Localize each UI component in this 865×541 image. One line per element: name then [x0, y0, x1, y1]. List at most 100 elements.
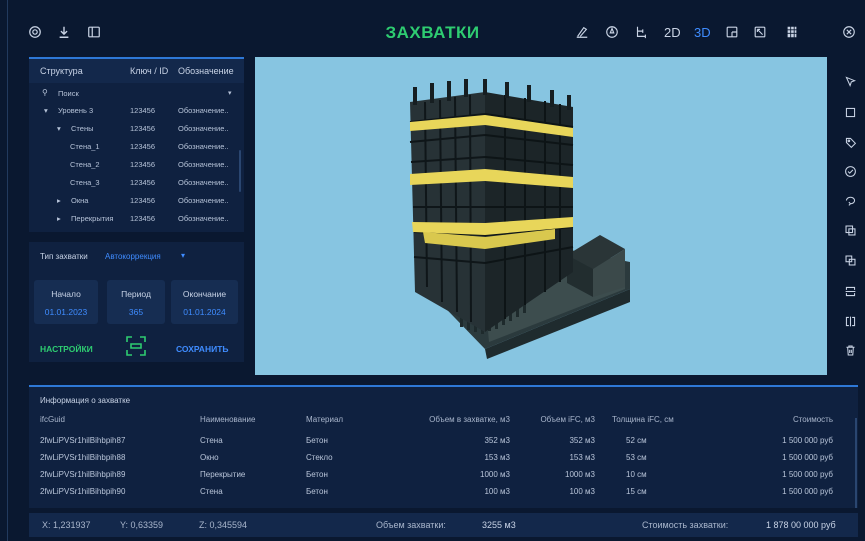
tree-row-id: 123456 — [130, 124, 156, 133]
start-date-box[interactable]: Начало 01.01.2023 — [34, 280, 98, 324]
col-ifcguid[interactable]: ifcGuid — [40, 415, 65, 424]
period-value[interactable]: 365 — [107, 307, 165, 317]
tree-row[interactable]: ▾ Уровень 3 123456 Обозначение.. — [29, 102, 239, 120]
copy-icon[interactable] — [842, 252, 858, 268]
check-circle-icon[interactable] — [842, 163, 858, 179]
end-date-value[interactable]: 01.01.2024 — [171, 307, 238, 317]
trash-icon[interactable] — [842, 342, 858, 358]
tree-header: Структура Ключ / ID Обозначение — [29, 59, 244, 83]
grid-icon[interactable] — [784, 24, 800, 40]
cell-material: Бетон — [306, 436, 328, 445]
col-volume-capture[interactable]: Объем в захватке, м3 — [389, 415, 510, 424]
square-icon[interactable] — [842, 104, 858, 120]
tree-row[interactable]: ▸ Окна 123456 Обозначение.. — [29, 192, 239, 210]
tree-row-id: 123456 — [130, 142, 156, 151]
table-scrollbar[interactable] — [855, 418, 857, 508]
table-row[interactable]: 2fwLiPVSr1hilBihbpih89 Перекрытие Бетон … — [29, 466, 854, 483]
split-horizontal-icon[interactable] — [842, 283, 858, 299]
tag-icon[interactable] — [842, 134, 858, 150]
start-date-value[interactable]: 01.01.2023 — [34, 307, 98, 317]
tree-row-desc: Обозначение.. — [178, 178, 229, 187]
col-structure[interactable]: Структура — [40, 66, 83, 76]
building-model[interactable] — [255, 57, 827, 375]
tree-row-id: 123456 — [130, 214, 156, 223]
table-row[interactable]: 2fwLiPVSr1hilBihbpih88 Окно Стекло 153 м… — [29, 449, 854, 466]
chevron-down-icon[interactable]: ▾ — [228, 89, 232, 97]
period-label: Период — [121, 289, 151, 299]
tree-scrollbar[interactable] — [239, 150, 241, 192]
hierarchy-icon[interactable] — [633, 24, 649, 40]
measure-icon[interactable] — [574, 24, 590, 40]
rotate-icon[interactable] — [842, 192, 858, 208]
expand-icon[interactable]: ▾ — [57, 124, 61, 133]
view-3d-button[interactable]: 3D — [694, 25, 711, 40]
end-date-box[interactable]: Окончание 01.01.2024 — [171, 280, 238, 324]
cell-material: Бетон — [306, 487, 328, 496]
scan-icon[interactable] — [125, 335, 147, 357]
section-icon[interactable] — [724, 24, 740, 40]
tree-row[interactable]: ▸ Перекрытия 123456 Обозначение.. — [29, 210, 239, 228]
tree-row-desc: Обозначение.. — [178, 196, 229, 205]
chevron-down-icon[interactable]: ▾ — [181, 251, 185, 260]
3d-viewport[interactable] — [255, 57, 827, 375]
layers-icon[interactable] — [842, 222, 858, 238]
tree-row[interactable]: ▾ Стены 123456 Обозначение.. — [29, 120, 239, 138]
app-window: ЗАХВАТКИ 2D 3D Структура Ключ / ID Обозн… — [0, 0, 865, 541]
tree-row[interactable]: Стена_1 123456 Обозначение.. — [29, 138, 239, 156]
tree-row-id: 123456 — [130, 160, 156, 169]
tree-row[interactable]: Стена_2 123456 Обозначение.. — [29, 156, 239, 174]
structure-tree-panel: Структура Ключ / ID Обозначение ⚲ Поиск … — [29, 57, 244, 232]
tree-row-name: Перекрытия — [71, 214, 114, 223]
cell-volume-ifc: 1000 м3 — [565, 470, 595, 479]
tree-row-name: Уровень 3 — [58, 106, 94, 115]
capture-type-label: Тип захватки — [40, 252, 88, 261]
expand-icon[interactable]: ▸ — [57, 196, 61, 205]
view-2d-button[interactable]: 2D — [664, 25, 681, 40]
col-name[interactable]: Наименование — [200, 415, 255, 424]
cell-ifcguid: 2fwLiPVSr1hilBihbpih87 — [40, 436, 126, 445]
tree-row-desc: Обозначение.. — [178, 214, 229, 223]
tree-row-name: Стена_1 — [70, 142, 100, 151]
search-row[interactable]: ⚲ Поиск ▾ — [29, 85, 239, 103]
save-button[interactable]: СОХРАНИТЬ — [176, 344, 229, 354]
col-material[interactable]: Материал — [306, 415, 343, 424]
coord-z: Z: 0,345594 — [199, 520, 248, 530]
close-icon[interactable] — [841, 24, 857, 40]
cell-cost: 1 500 000 руб — [782, 453, 833, 462]
split-vertical-icon[interactable] — [842, 313, 858, 329]
col-designation[interactable]: Обозначение — [178, 66, 234, 76]
period-box[interactable]: Период 365 — [107, 280, 165, 324]
tree-row-id: 123456 — [130, 106, 156, 115]
col-cost[interactable]: Стоимость — [729, 415, 833, 424]
tree-row-desc: Обозначение.. — [178, 124, 229, 133]
cell-cost: 1 500 000 руб — [782, 470, 833, 479]
expand-icon[interactable] — [752, 24, 768, 40]
tree-row-name: Окна — [71, 196, 89, 205]
settings-button[interactable]: НАСТРОЙКИ — [40, 344, 93, 354]
compass-icon[interactable] — [604, 24, 620, 40]
expand-icon[interactable]: ▾ — [44, 106, 48, 115]
col-key-id[interactable]: Ключ / ID — [130, 66, 168, 76]
tree-row[interactable]: Стена_3 123456 Обозначение.. — [29, 174, 239, 192]
capture-type-select[interactable]: Автокоррекция — [105, 252, 161, 261]
search-input[interactable]: Поиск — [58, 89, 79, 98]
cost-value: 1 878 00 000 руб — [766, 520, 836, 530]
col-thickness-ifc[interactable]: Толщина iFC, см — [612, 415, 674, 424]
cursor-icon[interactable] — [842, 73, 858, 89]
cell-thickness: 52 см — [626, 436, 647, 445]
start-date-label: Начало — [51, 289, 81, 299]
volume-label: Объем захватки: — [376, 520, 446, 530]
tree-row-id: 123456 — [130, 178, 156, 187]
tree-row-name: Стены — [71, 124, 94, 133]
top-bar: ЗАХВАТКИ 2D 3D — [0, 0, 865, 56]
table-row[interactable]: 2fwLiPVSr1hilBihbpih90 Стена Бетон 100 м… — [29, 483, 854, 500]
tree-row-desc: Обозначение.. — [178, 142, 229, 151]
window-edge-line — [7, 0, 8, 541]
cell-name: Перекрытие — [200, 470, 246, 479]
cell-cost: 1 500 000 руб — [782, 487, 833, 496]
table-row[interactable]: 2fwLiPVSr1hilBihbpih87 Стена Бетон 352 м… — [29, 432, 854, 449]
cell-name: Стена — [200, 436, 223, 445]
expand-icon[interactable]: ▸ — [57, 214, 61, 223]
search-icon: ⚲ — [42, 88, 48, 97]
col-volume-ifc[interactable]: Объем iFC, м3 — [519, 415, 595, 424]
